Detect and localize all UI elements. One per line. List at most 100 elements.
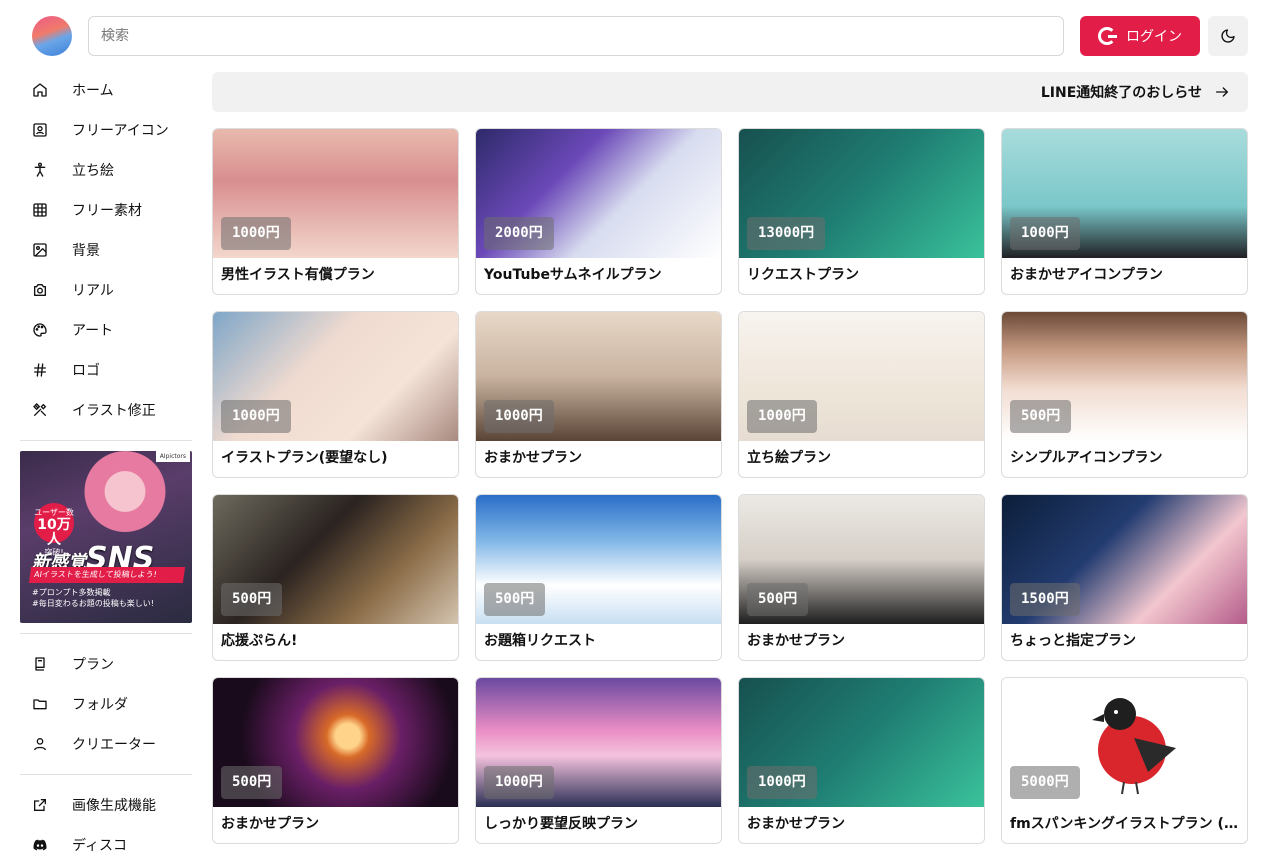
theme-toggle-button[interactable]	[1208, 16, 1248, 56]
sidebar-item-label: フォルダ	[72, 697, 128, 713]
plan-card[interactable]: 1000円 しっかり要望反映プラン	[475, 677, 722, 844]
image-icon	[33, 243, 47, 257]
price-badge: 1000円	[747, 766, 817, 799]
price-badge: 500円	[747, 583, 809, 616]
palette-icon	[33, 323, 47, 337]
plan-title: リクエストプラン	[747, 267, 859, 283]
site-logo[interactable]	[32, 16, 72, 56]
plan-thumbnail: 500円	[739, 495, 984, 624]
plan-thumbnail: 500円	[476, 495, 721, 624]
plan-title: 立ち絵プラン	[747, 450, 831, 466]
sidebar-item-label: リアル	[72, 283, 114, 299]
plan-card[interactable]: 500円 シンプルアイコンプラン	[1001, 311, 1248, 478]
plan-card[interactable]: 13000円 リクエストプラン	[738, 128, 985, 295]
banner-strip: AIイラストを生成して投稿しよう!	[28, 567, 186, 583]
sidebar-item-standing[interactable]: 立ち絵	[20, 150, 192, 190]
plan-card[interactable]: 1000円 男性イラスト有償プラン	[212, 128, 459, 295]
banner-subtext: #プロンプト多数掲載 #毎日変わるお題の投稿も楽しい!	[32, 587, 154, 609]
sidebar-item-folder[interactable]: フォルダ	[20, 684, 192, 724]
sidebar-item-creator[interactable]: クリエーター	[20, 724, 192, 764]
plan-title: おまかせプラン	[221, 816, 319, 832]
price-badge: 1000円	[747, 400, 817, 433]
price-badge: 1000円	[484, 400, 554, 433]
login-button[interactable]: ログイン	[1080, 16, 1200, 56]
plan-card[interactable]: 1000円 おまかせプラン	[475, 311, 722, 478]
price-badge: 500円	[1010, 400, 1072, 433]
plan-title: ちょっと指定プラン	[1010, 633, 1136, 649]
price-badge: 13000円	[747, 217, 826, 250]
sns-promo-banner[interactable]: AIpictors ユーザー数 10万人 突破! 新感覚SNS AIイラストを生…	[20, 451, 192, 623]
plan-thumbnail: 1000円	[476, 678, 721, 807]
sidebar-item-image-generation[interactable]: 画像生成機能	[20, 785, 192, 825]
sidebar-item-background[interactable]: 背景	[20, 230, 192, 270]
plan-card[interactable]: 1000円 立ち絵プラン	[738, 311, 985, 478]
plan-thumbnail: 1000円	[1002, 129, 1247, 258]
plan-card[interactable]: 1000円 イラストプラン(要望なし)	[212, 311, 459, 478]
plan-title: シンプルアイコンプラン	[1010, 450, 1163, 466]
line-notice-banner[interactable]: LINE通知終了のおしらせ	[212, 72, 1248, 112]
plan-card[interactable]: 500円 お題箱リクエスト	[475, 494, 722, 661]
banner-sub-line: #プロンプト多数掲載	[32, 588, 111, 597]
sidebar-item-label: ディスコ	[72, 838, 128, 853]
sidebar-item-label: クリエーター	[72, 737, 156, 753]
plan-title: おまかせプラン	[747, 633, 845, 649]
portrait-icon	[33, 123, 47, 137]
plan-card[interactable]: 5000円 fmスパンキングイラストプラン (…	[1001, 677, 1248, 844]
price-badge: 500円	[484, 583, 546, 616]
external-link-icon	[34, 799, 46, 811]
sidebar-divider	[20, 440, 192, 441]
plan-card[interactable]: 2000円 YouTubeサムネイルプラン	[475, 128, 722, 295]
sidebar-item-art[interactable]: アート	[20, 310, 192, 350]
plan-card[interactable]: 500円 応援ぷらん!	[212, 494, 459, 661]
plan-title: fmスパンキングイラストプラン (…	[1010, 816, 1238, 832]
plan-title: お題箱リクエスト	[484, 633, 596, 649]
plan-thumbnail: 1500円	[1002, 495, 1247, 624]
banner-user-count-badge: ユーザー数 10万人 突破!	[34, 503, 74, 556]
plan-title: 応援ぷらん!	[221, 633, 298, 649]
sidebar-item-real[interactable]: リアル	[20, 270, 192, 310]
bird-illustration	[1092, 698, 1176, 795]
sidebar-item-label: フリー素材	[72, 203, 142, 219]
folder-icon	[33, 699, 47, 710]
google-icon	[1098, 27, 1117, 45]
sidebar-divider	[20, 633, 192, 634]
plan-card[interactable]: 1500円 ちょっと指定プラン	[1001, 494, 1248, 661]
login-label: ログイン	[1126, 29, 1182, 45]
sidebar-item-label: ロゴ	[72, 363, 100, 379]
sidebar-item-free-material[interactable]: フリー素材	[20, 190, 192, 230]
notice-label: LINE通知終了のおしらせ	[1040, 85, 1202, 101]
sidebar-item-label: ホーム	[72, 83, 114, 99]
price-badge: 1000円	[221, 400, 291, 433]
sidebar-item-label: フリーアイコン	[72, 123, 169, 139]
price-badge: 1000円	[484, 766, 554, 799]
price-badge: 1500円	[1010, 583, 1080, 616]
sidebar-item-plan[interactable]: プラン	[20, 644, 192, 684]
sidebar-item-free-icon[interactable]: フリーアイコン	[20, 110, 192, 150]
banner-brand: AIpictors	[155, 451, 190, 462]
price-badge: 5000円	[1010, 766, 1080, 799]
moon-icon	[1221, 29, 1235, 43]
plan-title: おまかせアイコンプラン	[1010, 267, 1163, 283]
sidebar-item-label: イラスト修正	[72, 403, 156, 419]
plan-thumbnail: 1000円	[213, 129, 458, 258]
plan-card[interactable]: 1000円 おまかせアイコンプラン	[1001, 128, 1248, 295]
sidebar-item-logo[interactable]: ロゴ	[20, 350, 192, 390]
plan-title: イラストプラン(要望なし)	[221, 450, 388, 466]
search-input[interactable]	[88, 16, 1064, 56]
plan-thumbnail: 500円	[1002, 312, 1247, 441]
home-icon	[33, 83, 47, 97]
sidebar-item-discord[interactable]: ディスコ	[20, 825, 192, 853]
plan-card[interactable]: 500円 おまかせプラン	[212, 677, 459, 844]
plan-icon	[35, 657, 45, 671]
sidebar-item-home[interactable]: ホーム	[20, 70, 192, 110]
plan-title: おまかせプラン	[747, 816, 845, 832]
grid-icon	[33, 203, 47, 217]
badge-top-text: ユーザー数	[34, 508, 74, 517]
price-badge: 500円	[221, 583, 283, 616]
sidebar-item-illust-fix[interactable]: イラスト修正	[20, 390, 192, 430]
plan-title: 男性イラスト有償プラン	[221, 267, 375, 283]
plan-card[interactable]: 500円 おまかせプラン	[738, 494, 985, 661]
plan-card[interactable]: 1000円 おまかせプラン	[738, 677, 985, 844]
plan-title: YouTubeサムネイルプラン	[484, 267, 662, 283]
discord-icon	[33, 839, 47, 851]
